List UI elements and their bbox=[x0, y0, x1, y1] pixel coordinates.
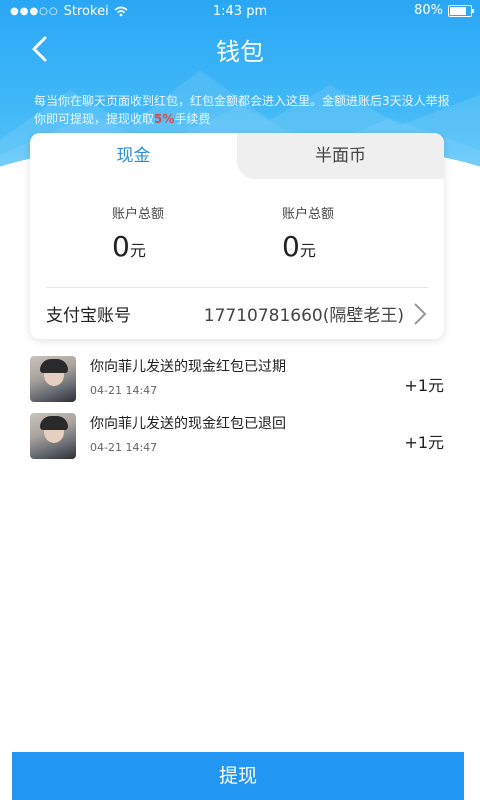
coin-balance: 账户总额 0元 bbox=[282, 203, 334, 263]
avatar bbox=[30, 356, 76, 402]
alipay-account-row[interactable]: 支付宝账号 17710781660(隔壁老王) bbox=[30, 288, 444, 339]
transaction-title: 你向菲儿发送的现金红包已过期 bbox=[90, 359, 286, 375]
status-time: 1:43 pm bbox=[212, 3, 268, 19]
transaction-list: 你向菲儿发送的现金红包已过期 04-21 14:47 +1元 你向菲儿发送的现金… bbox=[0, 350, 480, 464]
wallet-page: ●●●○○ Strokei 1:43 pm 80% 钱包 每当你在聊天页面收到红 bbox=[0, 0, 480, 800]
battery-icon bbox=[448, 4, 474, 17]
avatar bbox=[30, 413, 76, 459]
list-item[interactable]: 你向菲儿发送的现金红包已过期 04-21 14:47 +1元 bbox=[0, 350, 480, 407]
notice-text: 每当你在聊天页面收到红包，红包金额都会进入这里。金额进账后3天没人举报你即可提现… bbox=[34, 94, 450, 126]
page-title: 钱包 bbox=[216, 38, 264, 66]
tab-coin[interactable]: 半面币 bbox=[237, 133, 444, 179]
transaction-amount: +1元 bbox=[404, 376, 444, 395]
cash-balance-label: 账户总额 bbox=[112, 207, 165, 222]
transaction-time: 04-21 14:47 bbox=[90, 441, 158, 454]
battery-percent: 80% bbox=[414, 3, 443, 18]
tab-bar: 现金 半面币 bbox=[30, 133, 444, 179]
list-item[interactable]: 你向菲儿发送的现金红包已退回 04-21 14:47 +1元 bbox=[0, 407, 480, 464]
balance-card: 现金 半面币 账户总额 0元 账户总额 0元 支付宝账号 17710781660… bbox=[30, 133, 444, 339]
cash-balance-value: 0元 bbox=[112, 230, 146, 263]
nav-bar: 钱包 bbox=[0, 26, 480, 70]
coin-balance-label: 账户总额 bbox=[282, 207, 335, 222]
fee-highlight: 5% bbox=[154, 112, 175, 126]
alipay-value: 17710781660(隔壁老王) bbox=[203, 306, 404, 326]
transaction-title: 你向菲儿发送的现金红包已退回 bbox=[90, 416, 286, 432]
status-bar: ●●●○○ Strokei 1:43 pm 80% bbox=[0, 0, 480, 22]
chevron-right-icon bbox=[414, 302, 427, 325]
coin-balance-value: 0元 bbox=[282, 230, 316, 263]
cash-balance: 账户总额 0元 bbox=[112, 203, 164, 263]
alipay-label: 支付宝账号 bbox=[46, 306, 131, 326]
withdraw-button[interactable]: 提现 bbox=[12, 752, 464, 800]
tab-cash[interactable]: 现金 bbox=[30, 133, 237, 179]
transaction-time: 04-21 14:47 bbox=[90, 384, 158, 397]
transaction-amount: +1元 bbox=[404, 433, 444, 452]
